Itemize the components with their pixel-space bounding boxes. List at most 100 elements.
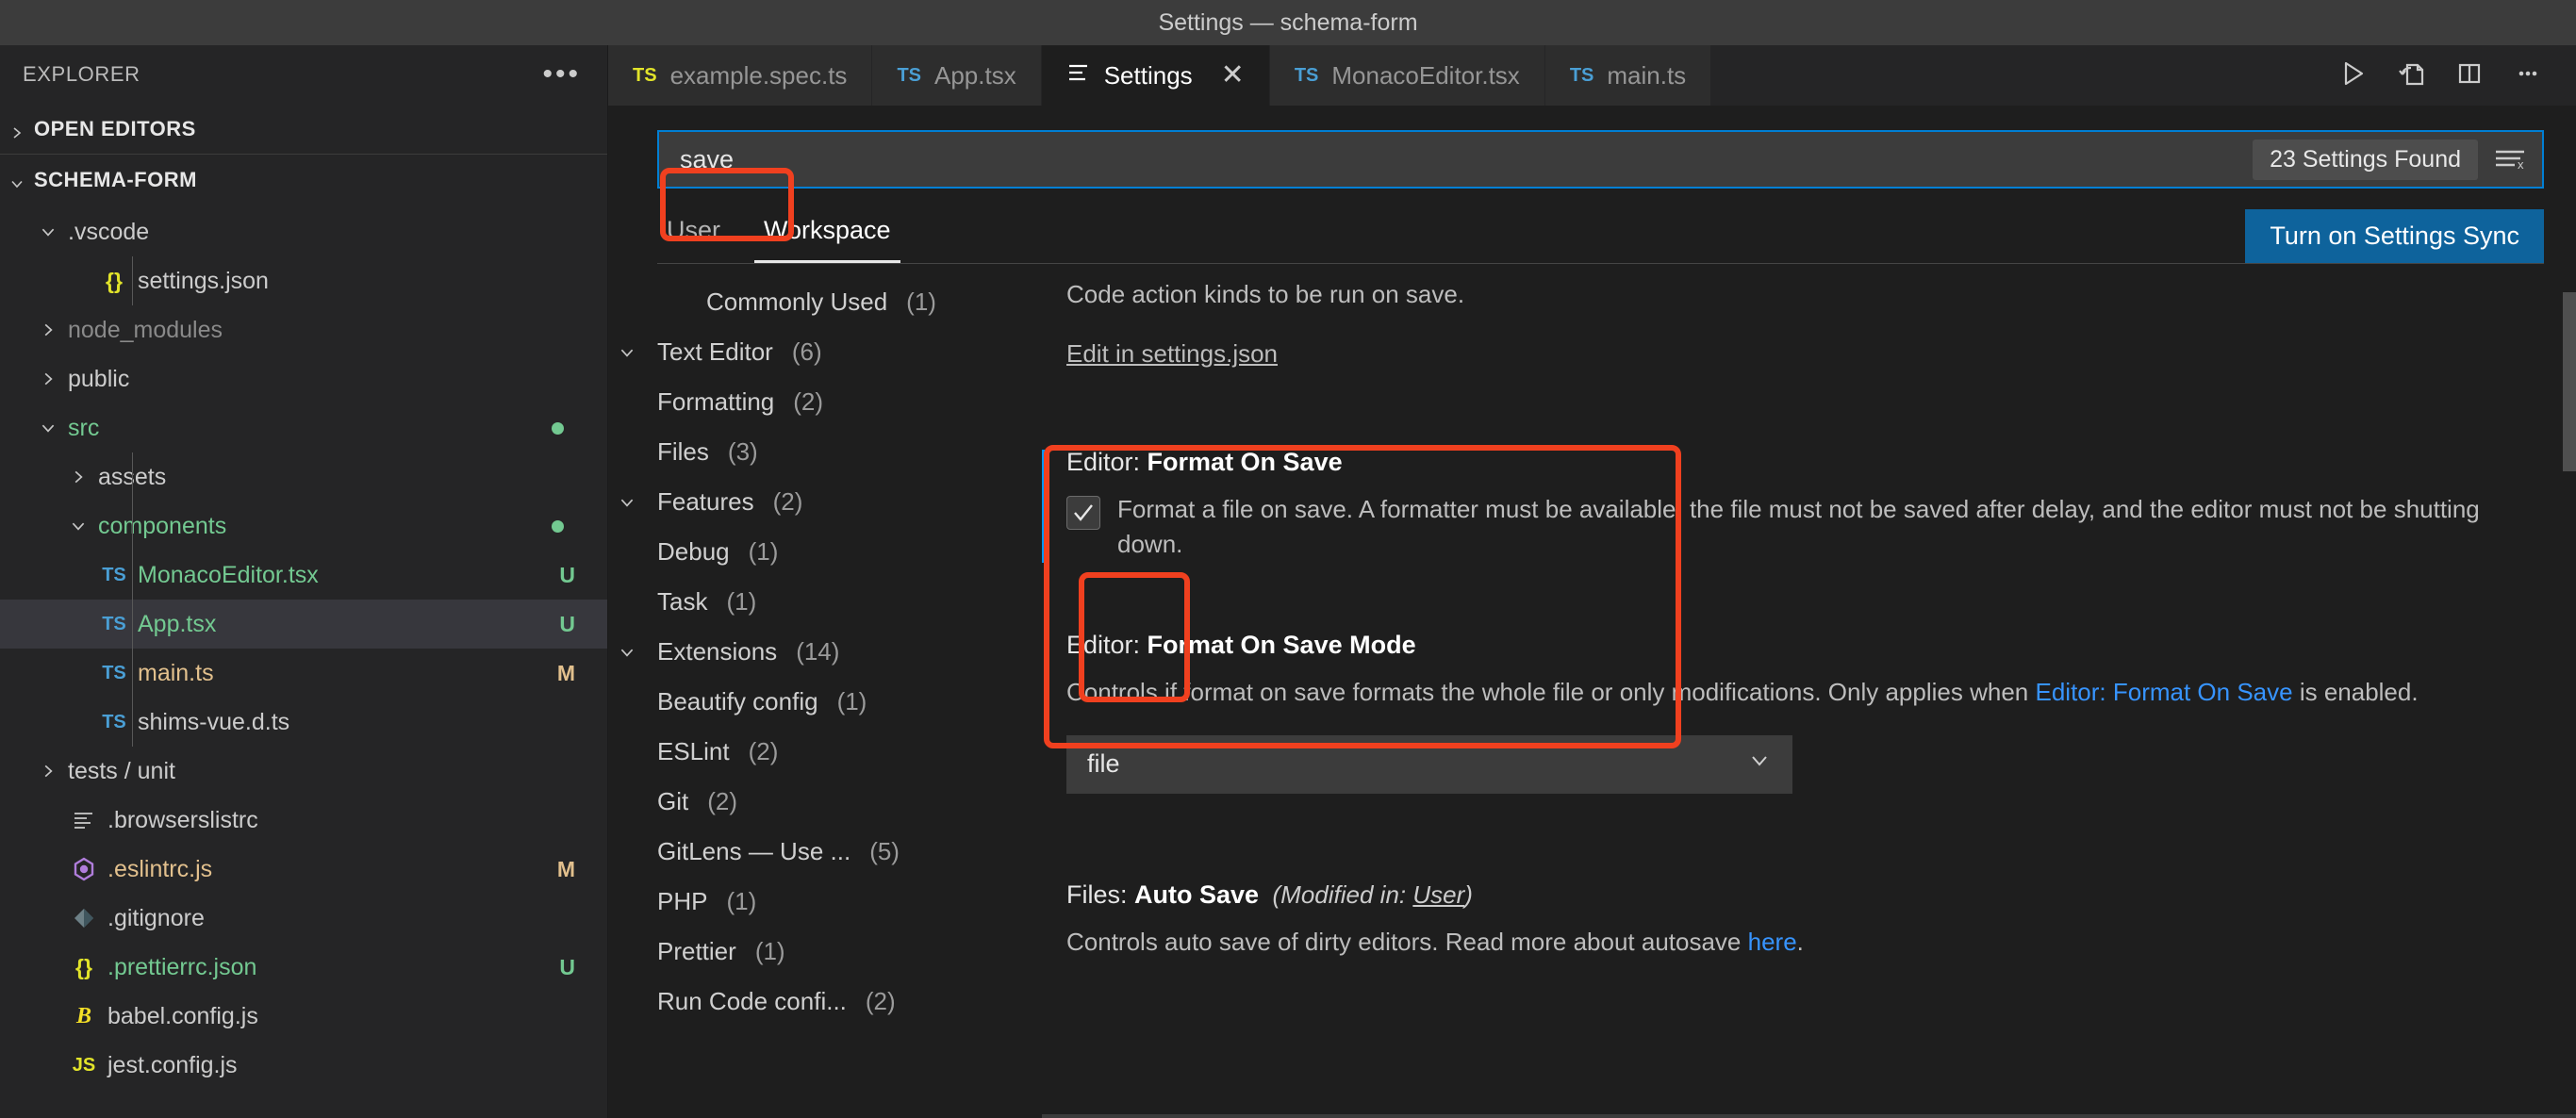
settings-editor: save 23 Settings Found x User Workspace T… <box>608 106 2576 1118</box>
tree-item-monacoeditor-tsx[interactable]: TS MonacoEditor.tsx U <box>0 551 607 600</box>
toc-item-files[interactable]: Files (3) <box>608 427 1042 477</box>
settings-search-box[interactable]: save 23 Settings Found x <box>657 130 2544 189</box>
toc-item-formatting[interactable]: Formatting (2) <box>608 377 1042 427</box>
settings-scope-tab-workspace[interactable]: Workspace <box>754 210 900 263</box>
tree-item-label: node_modules <box>68 316 223 343</box>
toc-item-label: Features <box>657 487 754 516</box>
section-open-editors[interactable]: OPEN EDITORS <box>0 104 607 155</box>
toc-item-label: Prettier <box>657 937 736 965</box>
edit-in-settings-json-link[interactable]: Edit in settings.json <box>1066 339 1278 368</box>
explorer-sidebar: EXPLORER ••• OPEN EDITORS SCHEMA-FORM .v… <box>0 45 608 1118</box>
tree-item-node-modules[interactable]: node_modules <box>0 305 607 354</box>
setting-editor-format-on-save-mode[interactable]: Editor: Format On Save Mode Controls if … <box>1042 631 2510 794</box>
toc-item-commonly-used[interactable]: Commonly Used (1) <box>608 277 1042 327</box>
autosave-docs-link[interactable]: here <box>1748 928 1797 956</box>
toc-item-gitlens-use-[interactable]: GitLens — Use ... (5) <box>608 827 1042 877</box>
editor-tab-example-spec-ts[interactable]: TS example.spec.ts <box>608 45 873 106</box>
files-auto-save-description: Controls auto save of dirty editors. Rea… <box>1066 925 2510 961</box>
editor-tab-settings[interactable]: Settings ✕ <box>1041 45 1270 106</box>
editor-tab-main-ts[interactable]: TS main.ts <box>1544 45 1712 106</box>
tree-item-assets[interactable]: assets <box>0 452 607 501</box>
toc-item-extensions[interactable]: Extensions (14) <box>608 627 1042 677</box>
toc-item-run-code-confi-[interactable]: Run Code confi... (2) <box>608 977 1042 1027</box>
settings-table-of-contents[interactable]: Commonly Used (1) Text Editor (6) Formatting… <box>608 264 1042 1118</box>
tree-item-components[interactable]: components <box>0 501 607 551</box>
settings-scope-tab-user[interactable]: User <box>657 210 730 263</box>
tree-item-label: MonacoEditor.tsx <box>138 561 319 588</box>
tree-item-tests-unit[interactable]: tests / unit <box>0 747 607 796</box>
open-changes-icon[interactable] <box>2395 58 2427 94</box>
format-on-save-row: Format a file on save. A formatter must … <box>1066 492 2510 563</box>
tree-item--browserslistrc[interactable]: .browserslistrc <box>0 796 607 845</box>
toc-item-text-editor[interactable]: Text Editor (6) <box>608 327 1042 377</box>
files-auto-save-title-name: Auto Save <box>1134 880 1260 909</box>
ts-file-icon: TS <box>102 662 126 683</box>
more-actions-icon[interactable]: ••• <box>542 60 581 89</box>
settings-vertical-scrollbar[interactable] <box>2563 264 2576 1118</box>
tree-item-src[interactable]: src <box>0 403 607 452</box>
json-file-icon: {} <box>106 268 123 293</box>
tree-item-label: .vscode <box>68 218 150 245</box>
toc-item-label: Debug <box>657 537 730 566</box>
window-title: Settings — schema-form <box>1158 8 1418 36</box>
modified-scope[interactable]: User <box>1412 880 1464 909</box>
format-on-save-setting-link[interactable]: Editor: Format On Save <box>2035 678 2292 706</box>
chevron-right-icon <box>32 370 64 387</box>
split-editor-icon[interactable] <box>2453 58 2485 94</box>
typescript-file-icon: TS <box>1294 64 1319 86</box>
tree-item--eslintrc-js[interactable]: .eslintrc.js M <box>0 845 607 894</box>
tree-item-public[interactable]: public <box>0 354 607 403</box>
clear-settings-filter-icon[interactable]: x <box>2491 143 2531 175</box>
format-on-save-checkbox[interactable] <box>1066 495 1100 530</box>
indent-guide <box>132 698 133 747</box>
toc-item-features[interactable]: Features (2) <box>608 477 1042 527</box>
editor-tab-bar[interactable]: TS example.spec.ts TS App.tsx Settings ✕ TS Mon… <box>608 45 2576 106</box>
toc-item-debug[interactable]: Debug (1) <box>608 527 1042 577</box>
tree-item-settings-json[interactable]: {} settings.json <box>0 256 607 305</box>
setting-files-auto-save[interactable]: Files: Auto Save (Modified in: User) Con… <box>1042 880 2510 961</box>
settings-horizontal-scrollbar[interactable] <box>1042 1114 2576 1118</box>
tree-item--prettierrc-json[interactable]: {} .prettierrc.json U <box>0 943 607 992</box>
toc-item-prettier[interactable]: Prettier (1) <box>608 927 1042 977</box>
format-on-save-mode-value: file <box>1087 749 1120 779</box>
setting-code-actions-on-save[interactable]: Code action kinds to be run on save. Edi… <box>1042 277 2510 369</box>
turn-on-settings-sync-button[interactable]: Turn on Settings Sync <box>2245 209 2544 263</box>
scrollbar-thumb[interactable] <box>2563 292 2576 471</box>
settings-scope-tabs[interactable]: User Workspace <box>657 210 900 263</box>
file-tree[interactable]: .vscode {} settings.json node_modulespublic… <box>0 206 607 1118</box>
workbench-body: EXPLORER ••• OPEN EDITORS SCHEMA-FORM .v… <box>0 45 2576 1118</box>
search-input[interactable]: save <box>680 145 2253 174</box>
modified-suffix: ) <box>1464 880 1473 909</box>
git-status-badge: U <box>559 611 575 636</box>
toc-item-label: Beautify config <box>657 687 818 715</box>
editor-tab-app-tsx[interactable]: TS App.tsx <box>872 45 1042 106</box>
section-project-root[interactable]: SCHEMA-FORM <box>0 155 607 206</box>
toc-item-task[interactable]: Task (1) <box>608 577 1042 627</box>
tree-item-shims-vue-d-ts[interactable]: TS shims-vue.d.ts <box>0 698 607 747</box>
chevron-right-icon <box>9 122 25 139</box>
tree-item-label: src <box>68 414 100 441</box>
editor-tab-label: example.spec.ts <box>669 60 848 90</box>
setting-editor-format-on-save[interactable]: Editor: Format On Save Format a file on … <box>1042 448 2510 564</box>
toc-item-label: Commonly Used <box>706 288 888 316</box>
tree-item-jest-config-js[interactable]: JS jest.config.js <box>0 1041 607 1090</box>
more-actions-icon[interactable] <box>2512 58 2544 94</box>
tree-item--gitignore[interactable]: .gitignore <box>0 894 607 943</box>
editor-tab-monacoeditor-tsx[interactable]: TS MonacoEditor.tsx <box>1269 45 1545 106</box>
tree-item-main-ts[interactable]: TS main.ts M <box>0 649 607 698</box>
toc-item-count: (14) <box>796 637 840 666</box>
tree-item-app-tsx[interactable]: TS App.tsx U <box>0 600 607 649</box>
tree-item-label: .gitignore <box>107 904 205 931</box>
close-icon[interactable]: ✕ <box>1221 61 1245 90</box>
tree-item-babel-config-js[interactable]: Bbabel.config.js <box>0 992 607 1041</box>
toc-item-eslint[interactable]: ESLint (2) <box>608 727 1042 777</box>
tree-item--vscode[interactable]: .vscode <box>0 207 607 256</box>
toc-item-git[interactable]: Git (2) <box>608 777 1042 827</box>
toc-item-beautify-config[interactable]: Beautify config (1) <box>608 677 1042 727</box>
toc-item-php[interactable]: PHP (1) <box>608 877 1042 927</box>
run-code-icon[interactable] <box>2337 58 2369 94</box>
format-on-save-mode-select[interactable]: file <box>1066 734 1792 794</box>
fosm-desc-part2: is enabled. <box>2292 678 2419 707</box>
tab-bar-spacer <box>1711 45 2304 106</box>
settings-search-wrap: save 23 Settings Found x <box>608 106 2576 189</box>
